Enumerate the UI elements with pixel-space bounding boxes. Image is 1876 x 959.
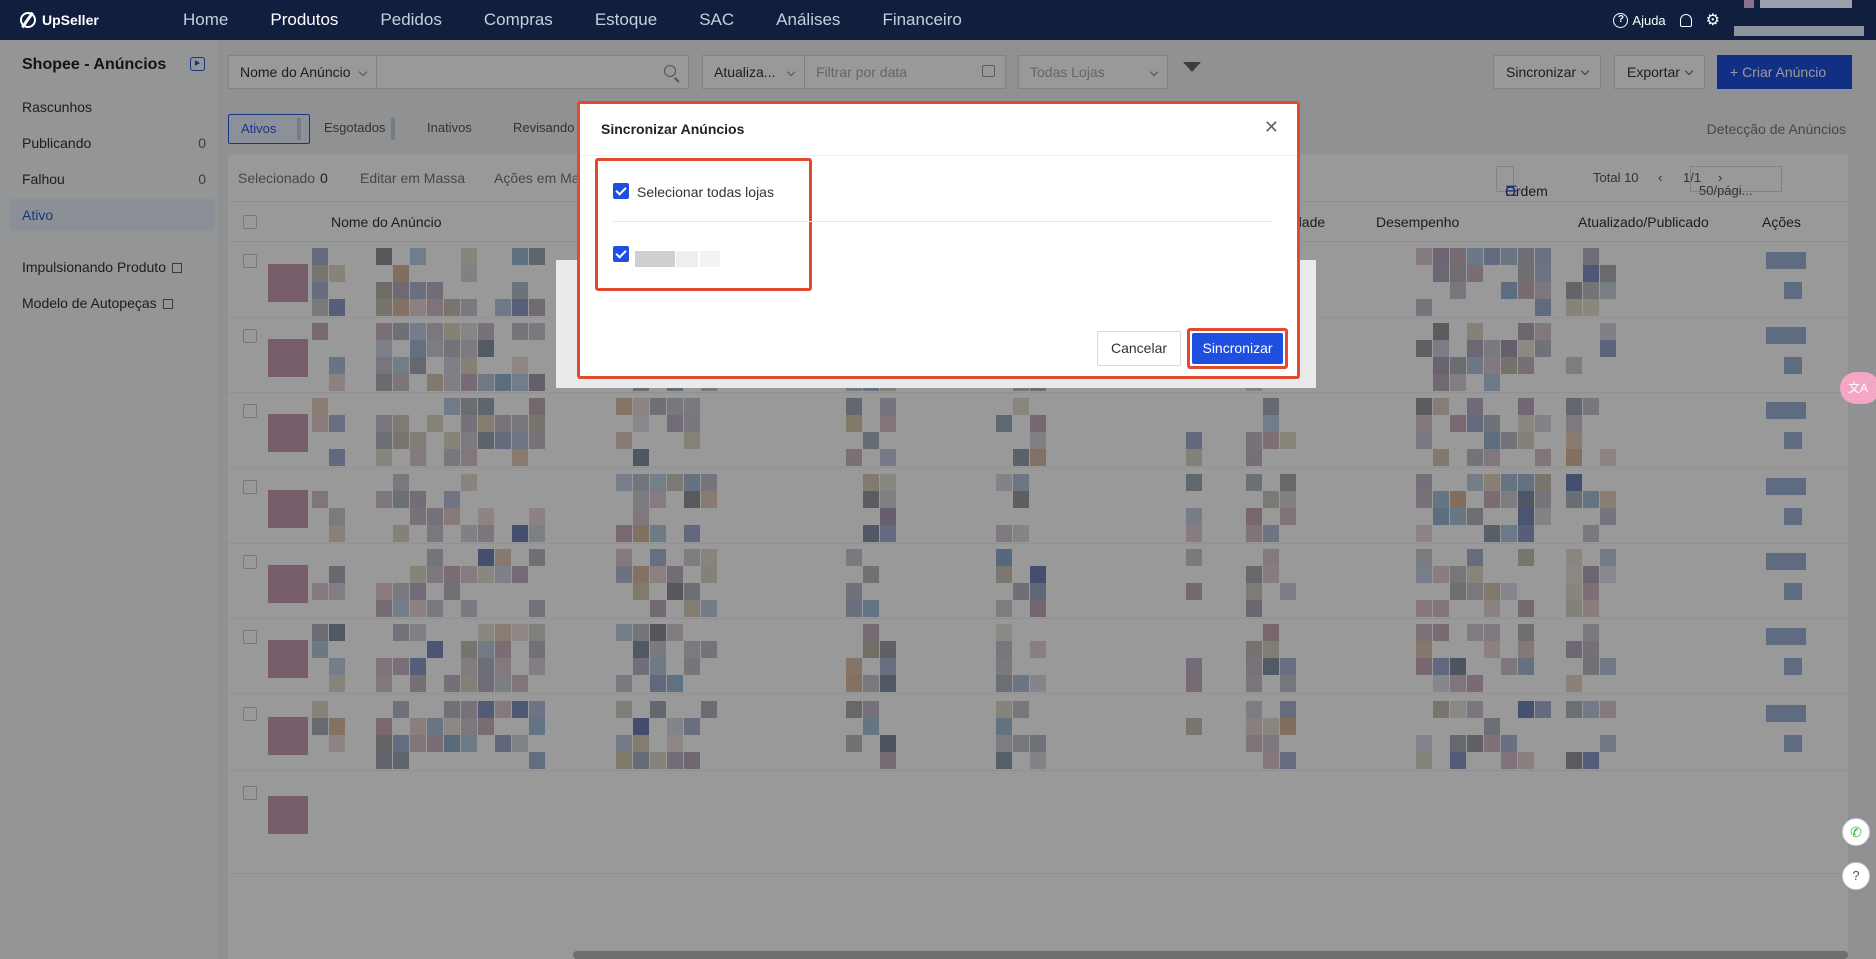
store-name-blur <box>700 251 720 267</box>
account-info[interactable] <box>1734 0 1864 40</box>
nav-analises[interactable]: Análises <box>755 0 861 40</box>
nav-compras[interactable]: Compras <box>463 0 574 40</box>
select-all-stores-label[interactable]: Selecionar todas lojas <box>637 184 774 200</box>
nav-financeiro[interactable]: Financeiro <box>861 0 982 40</box>
help-link[interactable]: ? Ajuda <box>1613 12 1666 28</box>
account-id-blur <box>1734 26 1864 36</box>
account-name-blur <box>1760 0 1852 8</box>
nav-pedidos[interactable]: Pedidos <box>359 0 462 40</box>
store-name-blur <box>635 251 675 267</box>
nav-sac[interactable]: SAC <box>678 0 755 40</box>
store-list-divider <box>613 221 1273 222</box>
bell-icon[interactable] <box>1679 13 1692 27</box>
nav-produtos[interactable]: Produtos <box>249 0 359 40</box>
top-navbar: UpSeller Home Produtos Pedidos Compras E… <box>0 0 1876 40</box>
main-nav: Home Produtos Pedidos Compras Estoque SA… <box>162 0 983 40</box>
nav-home[interactable]: Home <box>162 0 249 40</box>
account-avatar-blur <box>1744 0 1754 8</box>
translate-widget[interactable]: 文A <box>1840 372 1876 404</box>
modal-title: Sincronizar Anúncios <box>601 121 745 137</box>
store-checkbox[interactable] <box>613 246 629 262</box>
store-name-blur <box>676 251 698 267</box>
sync-listings-modal: Sincronizar Anúncios ✕ Selecionar todas … <box>577 101 1300 379</box>
store-selection-highlight <box>595 158 812 291</box>
brand-name: UpSeller <box>42 12 99 28</box>
select-all-stores-checkbox[interactable] <box>613 183 629 199</box>
close-icon[interactable]: ✕ <box>1264 118 1279 136</box>
modal-divider <box>580 155 1297 156</box>
help-label: Ajuda <box>1632 12 1666 28</box>
help-circle-icon: ? <box>1613 12 1629 28</box>
nav-right-tools: ? Ajuda ⚙ <box>1613 0 1876 40</box>
gear-icon[interactable]: ⚙ <box>1706 10 1720 30</box>
nav-estoque[interactable]: Estoque <box>574 0 678 40</box>
confirm-button-highlight: Sincronizar <box>1187 328 1288 369</box>
cancel-button[interactable]: Cancelar <box>1097 331 1182 366</box>
confirm-sync-button[interactable]: Sincronizar <box>1192 333 1283 364</box>
brand-logo[interactable]: UpSeller <box>20 12 140 28</box>
upseller-logo-icon <box>20 12 36 28</box>
help-float-icon[interactable]: ? <box>1842 862 1870 890</box>
whatsapp-icon[interactable]: ✆ <box>1842 818 1870 846</box>
